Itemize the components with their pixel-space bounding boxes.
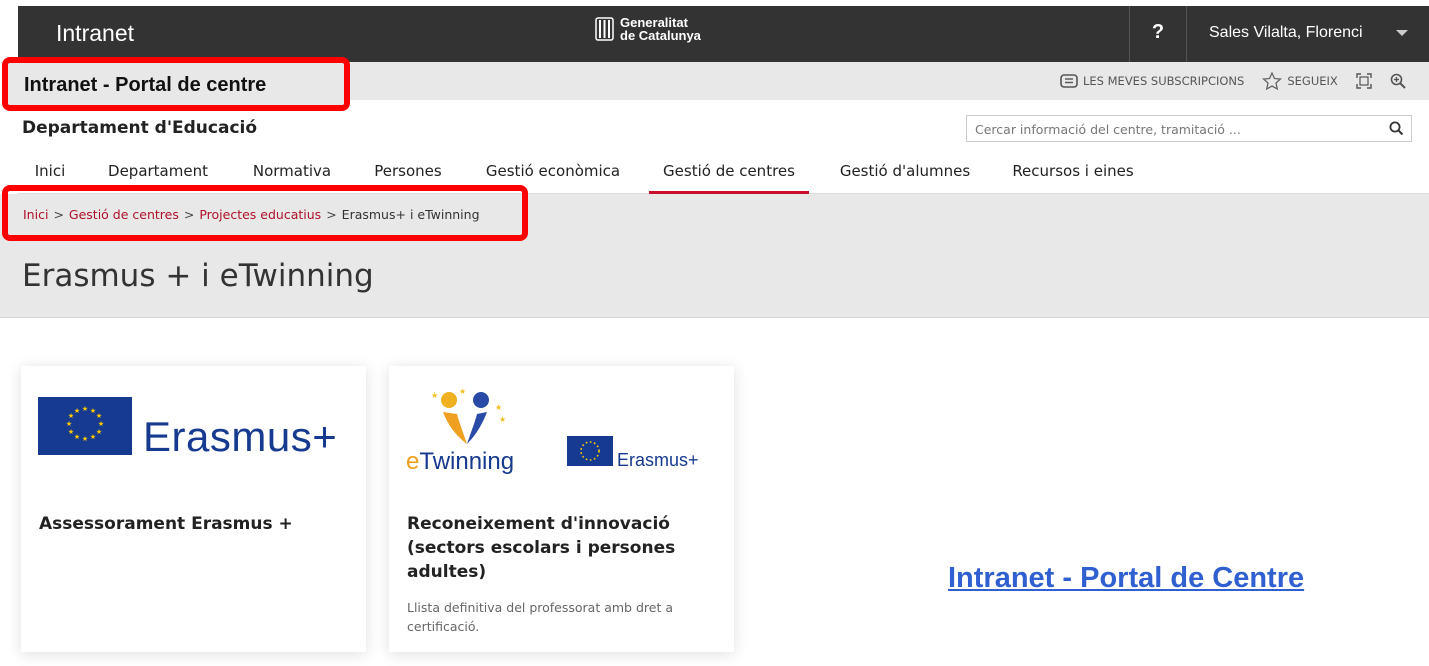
top-bar: Intranet Generalitat de Catalunya ? Sale… [0, 0, 1429, 62]
card-innovation-recognition[interactable]: ★ ★ ★ ★ eTwinning Erasmus+ Reconeixement d'… [389, 366, 734, 652]
breadcrumb: Inici > Gestió de centres > Projectes educat… [23, 207, 480, 222]
follow-label: SEGUEIX [1287, 74, 1338, 88]
breadcrumb-item[interactable]: Gestió de centres [69, 207, 179, 222]
svg-text:★: ★ [68, 428, 74, 436]
star-icon [1262, 72, 1283, 90]
svg-text:★: ★ [459, 388, 466, 396]
search-icon[interactable] [1389, 121, 1404, 136]
card-erasmus-advice[interactable]: ★ ★ ★ ★ ★ ★ ★ ★ ★ ★ ★ ★ Erasmus+ Assessorament E… [21, 366, 366, 652]
svg-text:★: ★ [96, 428, 102, 436]
department-name[interactable]: Departament d'Educació [22, 118, 257, 138]
portal-centre-link[interactable]: Intranet - Portal de Centre [948, 562, 1304, 595]
subscriptions-button[interactable]: LES MEVES SUBSCRIPCIONS [1060, 74, 1244, 88]
breadcrumb-item[interactable]: Inici [23, 207, 48, 222]
subscriptions-icon [1060, 74, 1078, 88]
gencat-line2: de Catalunya [620, 28, 701, 43]
svg-text:★: ★ [74, 407, 80, 415]
nav-item-recursos-eines[interactable]: Recursos i eines [1003, 152, 1143, 194]
card-title[interactable]: Assessorament Erasmus + [39, 512, 293, 536]
search-input[interactable] [975, 120, 1375, 138]
svg-text:★: ★ [82, 405, 88, 413]
eu-flag-icon [567, 436, 613, 466]
help-button[interactable]: ? [1129, 6, 1187, 62]
etwinning-erasmus-logo: ★ ★ ★ ★ eTwinning Erasmus+ [389, 366, 734, 486]
top-bar-inner: Intranet Generalitat de Catalunya ? Sale… [18, 6, 1429, 62]
breadcrumb-separator: > [326, 207, 337, 222]
erasmus-logo-text: Erasmus+ [143, 413, 338, 460]
follow-button[interactable]: SEGUEIX [1262, 72, 1338, 90]
etwinning-logo-text: eTwinning [406, 448, 515, 475]
portal-title-highlight: Intranet - Portal de centre [2, 57, 350, 111]
svg-text:★: ★ [96, 412, 102, 420]
svg-text:★: ★ [431, 391, 438, 400]
svg-text:★: ★ [66, 420, 72, 428]
gencat-emblem-icon [595, 17, 614, 41]
portal-actions: LES MEVES SUBSCRIPCIONS SEGUEIX [1060, 72, 1406, 90]
breadcrumb-current: Erasmus+ i eTwinning [341, 207, 480, 222]
breadcrumb-item[interactable]: Projectes educatius [199, 207, 321, 222]
breadcrumb-separator: > [53, 207, 64, 222]
svg-text:★: ★ [82, 435, 88, 443]
gencat-logo[interactable]: Generalitat de Catalunya [595, 16, 701, 42]
svg-text:★: ★ [499, 415, 506, 424]
etwinning-figure-icon: ★ ★ ★ ★ [431, 388, 506, 444]
erasmus-logo: ★ ★ ★ ★ ★ ★ ★ ★ ★ ★ ★ ★ Erasmus+ [21, 366, 366, 486]
subscriptions-label: LES MEVES SUBSCRIPCIONS [1083, 74, 1245, 88]
svg-text:★: ★ [98, 420, 104, 428]
chevron-down-icon[interactable] [1396, 30, 1408, 36]
search-box [966, 115, 1412, 142]
fullscreen-icon [1356, 73, 1372, 89]
eu-flag-icon: ★ ★★ ★★★ ★★★ ★★★ [38, 397, 132, 455]
page-title: Erasmus + i eTwinning [22, 258, 374, 294]
svg-text:★: ★ [90, 433, 96, 441]
zoom-button[interactable] [1390, 73, 1406, 89]
nav-item-gestio-alumnes[interactable]: Gestió d'alumnes [830, 152, 980, 194]
zoom-in-icon [1390, 73, 1406, 89]
portal-title: Intranet - Portal de centre [24, 74, 267, 96]
svg-text:★: ★ [495, 403, 502, 412]
breadcrumb-separator: > [183, 207, 195, 222]
fullscreen-button[interactable] [1356, 73, 1372, 89]
erasmus-logo-text: Erasmus+ [617, 450, 699, 470]
app-title[interactable]: Intranet [56, 20, 134, 47]
nav-item-gestio-centres[interactable]: Gestió de centres [649, 152, 809, 194]
user-menu[interactable]: Sales Vilalta, Florenci [1209, 24, 1363, 42]
card-title[interactable]: Reconeixement d'innovació (sectors escol… [407, 512, 727, 584]
card-description: Llista definitiva del professorat amb dr… [407, 600, 673, 634]
svg-text:★: ★ [74, 433, 80, 441]
